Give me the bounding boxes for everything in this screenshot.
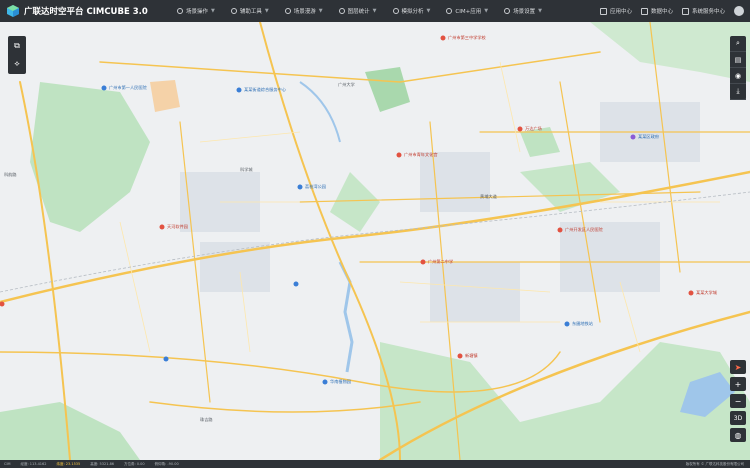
status-label: CIM [4,462,11,466]
map-label[interactable]: 广州第二中学 [428,259,453,265]
map-label[interactable]: 广州开发区人民医院 [565,227,603,233]
map-label[interactable]: 某某区政府 [638,134,659,140]
app-center-label: 应用中心 [609,9,632,15]
map-label: 广州大学 [338,82,355,87]
top-bar: 广联达时空平台 CIMCUBE 3.0 场景操作 ▼ 辅助工具 ▼ 场景漫游 ▼ 图层… [0,0,750,22]
status-latitude: 纬度: 23.1535 [56,461,81,466]
status-height: 高度: 5321.86 [90,461,115,466]
chevron-down-icon: ▼ [538,8,542,14]
globe-icon[interactable]: ◍ [730,428,746,442]
stats-icon [338,8,345,14]
building-icon[interactable]: ▤ [730,52,746,68]
menu-label: 场景设置 [513,9,536,15]
menu-scene-ops[interactable]: 场景操作 ▼ [169,0,223,22]
service-center-button[interactable]: 系统服务中心 [681,7,725,15]
menu-label: 场景操作 [186,9,209,15]
copyright: 版权所有 © 广联达科技股份有限公司 [685,461,744,466]
menu-label: 辅助工具 [239,9,262,15]
map-label[interactable]: 新塘镇 [465,353,478,359]
map-label[interactable]: 华南植物园 [330,379,351,385]
chevron-down-icon: ▼ [426,8,431,14]
map-label: 科学城 [240,167,253,172]
zoom-out-button[interactable]: − [730,394,746,408]
map-label[interactable]: 万达广场 [525,126,542,132]
menu-aux-tools[interactable]: 辅助工具 ▼ [223,0,277,22]
status-bar: CIM 经度: 113.4162 纬度: 23.1535 高度: 5321.86… [0,460,750,468]
map-label[interactable]: 广州市青年文化宫 [404,152,438,158]
chevron-down-icon: ▼ [372,8,377,14]
right-tools: 应用中心 数据中心 系统服务中心 [599,0,744,22]
map-label[interactable]: 某某大学城 [696,290,717,296]
apps-icon [446,8,453,14]
service-icon [681,7,689,15]
data-center-button[interactable]: 数据中心 [640,7,673,15]
map-label: 黄埔大道 [480,194,497,199]
right-map-toolbar: ⌕ ▤ ◉ ⤓ [730,36,746,100]
data-center-icon [640,7,648,15]
app-logo-icon [7,5,19,17]
menu-cim-apps[interactable]: CIM+应用 ▼ [438,0,496,22]
menu-label: 场景漫游 [293,9,316,15]
app-title: 广联达时空平台 CIMCUBE 3.0 [24,7,148,17]
chevron-down-icon: ▼ [318,8,323,14]
zoom-in-button[interactable]: + [730,377,746,391]
app-center-icon [599,7,607,15]
compass-icon[interactable]: ➤ [730,360,746,374]
menu-scene-settings[interactable]: 场景设置 ▼ [496,0,550,22]
map-label: 珠吉路 [200,417,213,422]
data-center-label: 数据中心 [650,9,673,15]
chevron-down-icon: ▼ [484,8,489,14]
menu-label: 模拟分析 [401,9,424,15]
status-heading: 方位角: 0.00 [124,461,145,466]
service-center-label: 系统服务中心 [691,9,725,15]
download-icon[interactable]: ⤓ [730,84,746,100]
left-toolbar: ⧉ ⟡ [8,36,26,74]
scene-icon [177,8,183,14]
status-pitch: 俯仰角: -90.00 [154,461,179,466]
chevron-down-icon: ▼ [264,8,269,14]
roam-icon [284,8,291,14]
map-label[interactable]: 广州市第三中学学校 [448,35,486,41]
chevron-down-icon: ▼ [211,8,215,14]
map-label[interactable]: 天河软件园 [167,224,188,230]
map-label[interactable]: 东圃地铁站 [572,321,593,327]
analysis-icon [392,8,399,14]
map-label[interactable]: 广州市第一人民医院 [109,85,147,91]
main-menu: 场景操作 ▼ 辅助工具 ▼ 场景漫游 ▼ 图层统计 ▼ 模拟分析 ▼ CIM+应用 ▼ 场景… [169,0,550,22]
app-center-button[interactable]: 应用中心 [599,7,632,15]
map-label[interactable]: 荔枝湾公园 [305,184,326,190]
menu-label: 图层统计 [347,9,370,15]
tools-icon [230,8,237,14]
user-avatar-icon[interactable] [734,6,744,16]
map-canvas[interactable]: 广州市第三中学学校 广州市第一人民医院 某某街道综合服务中心 广州大学 万达广场… [0,22,750,460]
measure-icon[interactable]: ⟡ [8,56,26,72]
layers-icon[interactable]: ⧉ [8,38,26,54]
zoom-controls: ➤ + − 3D ◍ [730,360,746,442]
menu-layer-stats[interactable]: 图层统计 ▼ [331,0,385,22]
status-longitude: 经度: 113.4162 [20,461,47,466]
menu-simulation[interactable]: 模拟分析 ▼ [385,0,439,22]
search-icon[interactable]: ⌕ [730,36,746,52]
map-label: 科韵路 [4,172,17,177]
view-mode-button[interactable]: 3D [730,411,746,425]
menu-label: CIM+应用 [455,9,482,15]
menu-scene-roam[interactable]: 场景漫游 ▼ [277,0,331,22]
brand: 广联达时空平台 CIMCUBE 3.0 [0,5,157,17]
settings-icon [504,8,511,14]
camera-icon[interactable]: ◉ [730,68,746,84]
map-label[interactable]: 某某街道综合服务中心 [244,87,286,93]
